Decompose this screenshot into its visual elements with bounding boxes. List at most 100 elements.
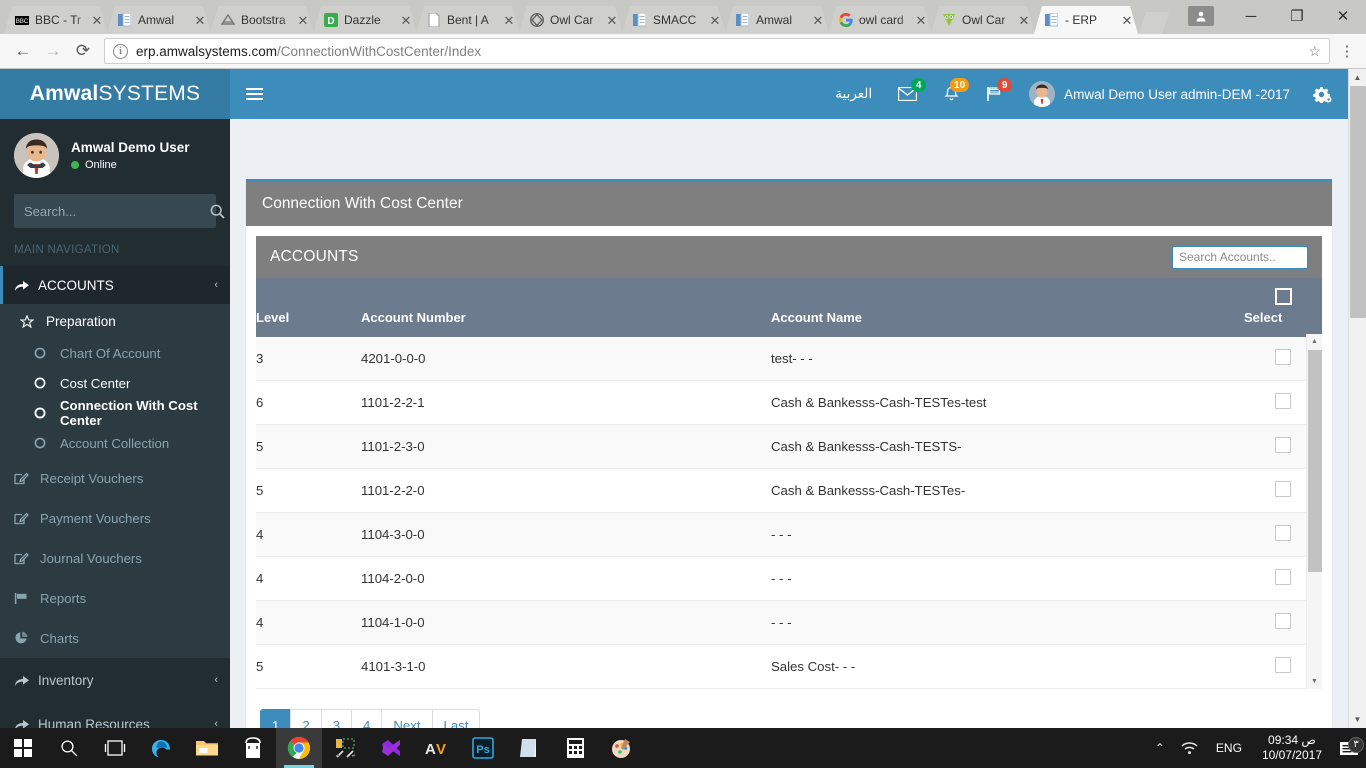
photoshop-icon[interactable]: Ps — [460, 728, 506, 768]
file-explorer-icon[interactable] — [184, 728, 230, 768]
pagination-next[interactable]: Next — [381, 709, 433, 728]
close-icon[interactable]: ✕ — [399, 14, 413, 27]
browser-tab[interactable]: owl card ✕ — [828, 6, 932, 34]
pagination-last[interactable]: Last — [431, 709, 481, 728]
new-tab-button[interactable] — [1139, 12, 1169, 34]
row-checkbox[interactable] — [1275, 393, 1291, 409]
row-checkbox[interactable] — [1275, 481, 1291, 497]
task-view-icon[interactable] — [92, 728, 138, 768]
window-close-button[interactable]: ✕ — [1320, 0, 1366, 32]
sidebar-item-receipt-vouchers[interactable]: Receipt Vouchers — [0, 458, 230, 498]
row-checkbox[interactable] — [1275, 525, 1291, 541]
bookmark-star-icon[interactable]: ☆ — [1308, 43, 1321, 60]
table-row[interactable]: 4 1104-2-0-0 - - - — [256, 556, 1322, 601]
action-center-icon[interactable]: ٣ — [1332, 736, 1366, 757]
language-link[interactable]: العربية — [822, 69, 885, 119]
browser-tab[interactable]: Amwal ✕ — [725, 6, 829, 34]
column-header-level[interactable]: Level — [256, 278, 361, 337]
site-info-icon[interactable]: i — [113, 43, 128, 59]
browser-tab[interactable]: Owl Car ✕ — [519, 6, 623, 34]
pagination-page-3[interactable]: 3 — [320, 709, 353, 728]
page-scroll-up-icon[interactable]: ▲ — [1349, 69, 1366, 86]
sidebar-item-cost-center[interactable]: Cost Center — [0, 368, 230, 398]
reload-icon[interactable]: ⟳ — [68, 37, 98, 65]
scroll-up-icon[interactable]: ▲ — [1307, 334, 1322, 349]
sidebar-item-chart-of-account[interactable]: Chart Of Account — [0, 338, 230, 368]
browser-tab-active[interactable]: - ERP ✕ — [1034, 6, 1138, 34]
notifications-menu[interactable]: 10 — [930, 69, 973, 119]
table-scrollbar[interactable]: ▲ ▼ — [1306, 334, 1322, 689]
notepad-icon[interactable] — [506, 728, 552, 768]
search-input[interactable] — [14, 203, 210, 219]
forward-icon[interactable]: → — [38, 37, 68, 65]
search-icon[interactable] — [46, 728, 92, 768]
microsoft-store-icon[interactable] — [230, 728, 276, 768]
browser-tab[interactable]: D Dazzle ✕ — [313, 6, 417, 34]
clock[interactable]: 09:34 ص 10/07/2017 — [1252, 733, 1332, 763]
calculator-icon[interactable] — [552, 728, 598, 768]
table-row[interactable]: 4 1104-1-0-0 - - - — [256, 600, 1322, 645]
close-icon[interactable]: ✕ — [296, 14, 310, 27]
sidebar-item-reports[interactable]: Reports — [0, 578, 230, 618]
chrome-menu-icon[interactable]: ⋮ — [1336, 42, 1358, 60]
browser-tab[interactable]: BBC BBC - Tr ✕ — [4, 6, 108, 34]
search-icon[interactable] — [210, 204, 225, 219]
close-icon[interactable]: ✕ — [193, 14, 207, 27]
page-scrollbar-thumb[interactable] — [1350, 86, 1366, 318]
row-checkbox[interactable] — [1275, 569, 1291, 585]
close-icon[interactable]: ✕ — [708, 14, 722, 27]
browser-tab[interactable]: Owl Car ✕ — [931, 6, 1035, 34]
close-icon[interactable]: ✕ — [502, 14, 516, 27]
settings-toggle[interactable] — [1303, 69, 1348, 119]
show-hidden-icons-chevron[interactable]: ⌃ — [1147, 728, 1173, 768]
close-icon[interactable]: ✕ — [811, 14, 825, 27]
sidebar-toggle-icon[interactable] — [230, 69, 274, 119]
sidebar-item-account-collection[interactable]: Account Collection — [0, 428, 230, 458]
browser-tab[interactable]: Amwal ✕ — [107, 6, 211, 34]
browser-tab[interactable]: Bootstra ✕ — [210, 6, 314, 34]
pagination-page-2[interactable]: 2 — [290, 709, 322, 728]
table-row[interactable]: 3 4201-0-0-0 test- - - — [256, 337, 1322, 381]
minimize-button[interactable]: ─ — [1228, 0, 1274, 32]
affinity-icon[interactable]: AV — [414, 728, 460, 768]
row-checkbox[interactable] — [1275, 657, 1291, 673]
row-checkbox[interactable] — [1275, 613, 1291, 629]
edge-icon[interactable] — [138, 728, 184, 768]
address-bar[interactable]: i erp.amwalsystems.com/ConnectionWithCos… — [104, 38, 1330, 64]
user-menu[interactable]: Amwal Demo User admin-DEM -2017 — [1016, 69, 1303, 119]
pagination-page-1[interactable]: 1 — [260, 709, 292, 728]
maximize-button[interactable]: ❐ — [1274, 0, 1320, 32]
chrome-icon[interactable] — [276, 728, 322, 768]
sidebar-item-connection-with-cost-center[interactable]: Connection With Cost Center — [0, 398, 230, 428]
row-checkbox[interactable] — [1275, 437, 1291, 453]
column-header-account-name[interactable]: Account Name — [771, 278, 1244, 337]
dev-tool-icon[interactable] — [322, 728, 368, 768]
table-row[interactable]: 5 4101-3-1-0 Sales Cost- - - — [256, 644, 1322, 689]
close-icon[interactable]: ✕ — [90, 14, 104, 27]
table-row[interactable]: 5 1101-2-3-0 Cash & Bankesss-Cash-TESTS- — [256, 424, 1322, 469]
sidebar-search[interactable] — [14, 194, 225, 228]
wifi-icon[interactable] — [1173, 728, 1206, 768]
paint-icon[interactable] — [598, 728, 644, 768]
table-row[interactable]: 6 1101-2-2-1 Cash & Bankesss-Cash-TESTes… — [256, 380, 1322, 425]
sidebar-item-inventory[interactable]: Inventory ‹ — [0, 658, 230, 702]
page-scrollbar[interactable]: ▲ ▼ — [1348, 69, 1366, 728]
close-icon[interactable]: ✕ — [1017, 14, 1031, 27]
browser-tab[interactable]: Bent | A ✕ — [416, 6, 520, 34]
sidebar-item-charts[interactable]: Charts — [0, 618, 230, 658]
sidebar-item-human-resources[interactable]: Human Resources ‹ — [0, 702, 230, 728]
close-icon[interactable]: ✕ — [1120, 14, 1134, 27]
close-icon[interactable]: ✕ — [914, 14, 928, 27]
sidebar-item-accounts[interactable]: ACCOUNTS ‹ — [0, 266, 230, 304]
pagination-page-4[interactable]: 4 — [351, 709, 383, 728]
column-header-account-number[interactable]: Account Number — [361, 278, 771, 337]
start-button[interactable] — [0, 728, 46, 768]
app-logo[interactable]: Amwal SYSTEMS — [0, 69, 230, 119]
messages-menu[interactable]: 4 — [885, 69, 930, 119]
select-all-checkbox[interactable] — [1274, 288, 1292, 305]
page-scroll-down-icon[interactable]: ▼ — [1349, 711, 1366, 728]
back-icon[interactable]: ← — [8, 37, 38, 65]
sidebar-item-preparation[interactable]: Preparation — [0, 304, 230, 338]
table-scrollbar-thumb[interactable] — [1308, 350, 1322, 572]
table-row[interactable]: 5 1101-2-2-0 Cash & Bankesss-Cash-TESTes… — [256, 468, 1322, 513]
